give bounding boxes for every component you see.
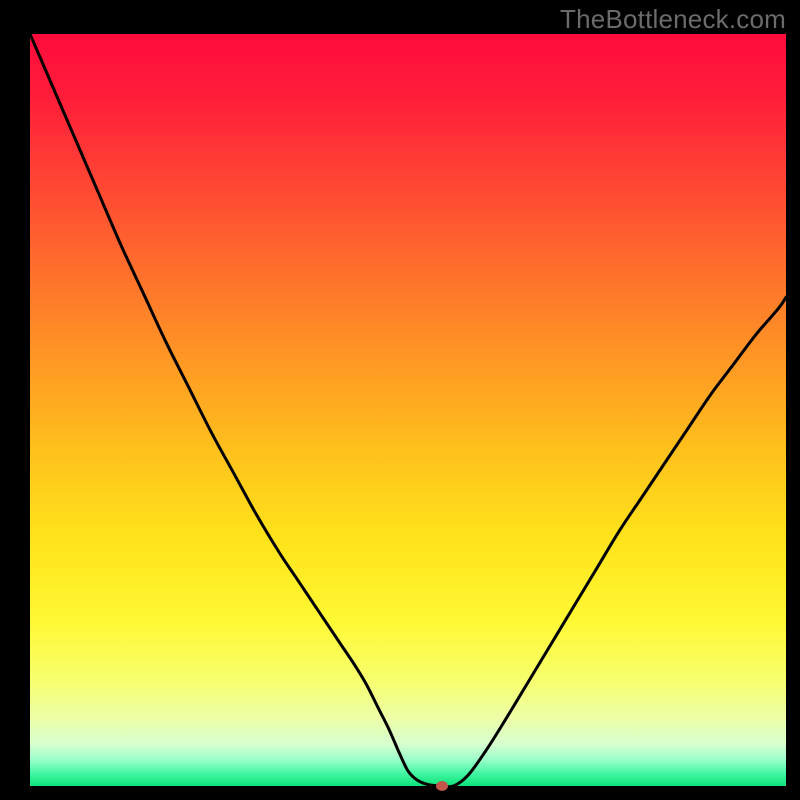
watermark-text: TheBottleneck.com (560, 4, 786, 35)
bottleneck-chart (0, 0, 800, 800)
chart-container: TheBottleneck.com (0, 0, 800, 800)
chart-background (30, 34, 786, 786)
optimum-point-marker (436, 781, 448, 791)
